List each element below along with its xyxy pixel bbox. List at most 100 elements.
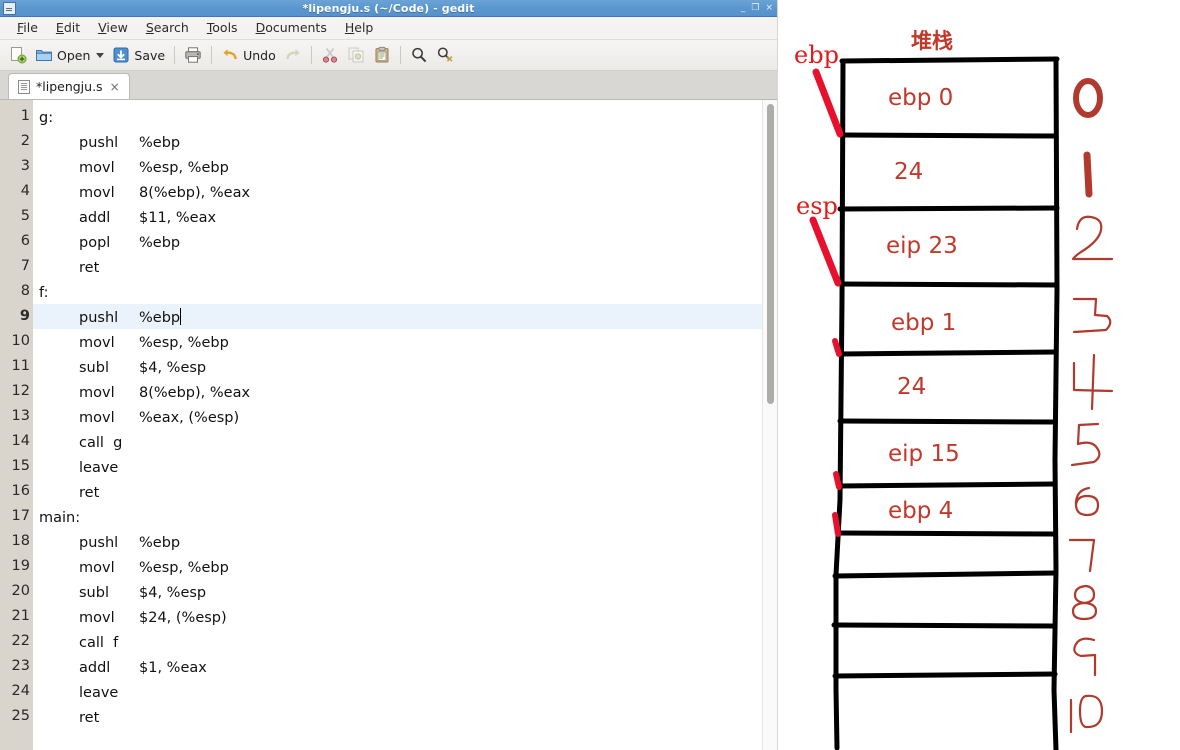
code-line[interactable]: pushl %ebp (33, 529, 777, 554)
row-number-5-glyph (1070, 422, 1101, 467)
code-line[interactable]: addl $1, %eax (33, 654, 777, 679)
code-line[interactable]: g: (33, 104, 777, 129)
code-line[interactable]: movl %esp, %ebp (33, 329, 777, 354)
stack-cell-2-value: eip 23 (886, 233, 958, 259)
open-button[interactable]: Open (31, 42, 108, 68)
code-mnemonic: movl (79, 610, 115, 626)
pointer-arrows (809, 68, 844, 537)
text-editor[interactable]: 1 2 3 4 5 6 7 8 9 10 11 12 13 14 15 16 17 18 19 20 21 22 23 24 2… (0, 100, 777, 750)
code-mnemonic: main: (39, 510, 81, 526)
stack-cell-1-value: 24 (894, 159, 924, 185)
code-line[interactable]: main: (33, 504, 777, 529)
code-line[interactable]: subl $4, %esp (33, 579, 777, 604)
menu-item-tools[interactable]: Tools (198, 17, 247, 39)
cut-button[interactable] (317, 42, 343, 68)
line-number: 14 (11, 433, 30, 449)
menu-item-help[interactable]: Help (336, 17, 383, 39)
line-number: 7 (20, 258, 30, 274)
tab-lipengju-s[interactable]: *lipengju.s × (8, 73, 130, 99)
maximize-button[interactable]: ❐ (751, 3, 759, 13)
code-line[interactable]: ret (33, 479, 777, 504)
row-number-7-glyph (1068, 538, 1096, 573)
save-button[interactable]: Save (108, 42, 169, 68)
code-line[interactable]: movl 8(%ebp), %eax (33, 379, 777, 404)
close-button[interactable]: × (765, 3, 773, 13)
code-line[interactable]: pushl %ebp (33, 129, 777, 154)
toolbar: Open Save Undo (0, 40, 777, 71)
line-number: 10 (11, 333, 30, 349)
code-mnemonic: movl (79, 560, 115, 576)
menu-documents-mnemonic: D (255, 20, 266, 35)
stack-cell-4-value: 24 (897, 374, 927, 400)
new-document-button[interactable] (5, 42, 31, 68)
print-button[interactable] (180, 42, 206, 68)
row-number-10-glyph (1069, 694, 1104, 734)
stack-cell-3-value: ebp 1 (891, 310, 957, 336)
copy-button[interactable] (343, 42, 369, 68)
replace-button[interactable] (432, 42, 458, 68)
minimize-button[interactable]: _ (741, 3, 746, 13)
redo-button[interactable] (280, 42, 306, 68)
line-number: 23 (11, 658, 30, 674)
code-mnemonic: movl (79, 410, 115, 426)
menu-item-file[interactable]: File (8, 17, 47, 39)
code-line[interactable]: leave (33, 454, 777, 479)
code-line[interactable]: movl 8(%ebp), %eax (33, 179, 777, 204)
code-line[interactable]: f: (33, 279, 777, 304)
code-line[interactable]: call f (33, 629, 777, 654)
line-number: 13 (11, 408, 30, 424)
line-number: 11 (11, 358, 30, 374)
printer-icon (185, 47, 201, 63)
code-operands: %eax, (%esp) (139, 410, 240, 426)
text-cursor (180, 308, 182, 325)
editor-area: 1 2 3 4 5 6 7 8 9 10 11 12 13 14 15 16 17 18 19 20 21 22 23 24 2… (0, 100, 777, 750)
stack-cell-5-value: eip 15 (888, 441, 960, 467)
menu-item-view[interactable]: View (89, 17, 137, 39)
stack-diagram: 堆栈 ebp esp ebp 0 24 eip 23 ebp 1 24 eip … (778, 0, 1180, 750)
code-line[interactable]: movl %esp, %ebp (33, 554, 777, 579)
code-operands: %ebp (139, 535, 181, 551)
code-operands: $1, %eax (139, 660, 207, 676)
code-line[interactable]: pushl %ebp (33, 304, 777, 329)
code-line[interactable]: ret (33, 704, 777, 729)
code-mnemonic: movl (79, 160, 115, 176)
code-mnemonic: subl (79, 360, 109, 376)
window-titlebar: *lipengju.s (~/Code) - gedit _ ❐ × (0, 0, 777, 17)
code-mnemonic: subl (79, 585, 109, 601)
menu-help-mnemonic: H (344, 20, 355, 35)
paste-button[interactable] (369, 42, 395, 68)
code-line[interactable]: movl %esp, %ebp (33, 154, 777, 179)
code-operands: $4, %esp (139, 360, 207, 376)
menu-item-search[interactable]: Search (137, 17, 198, 39)
code-column[interactable]: g: pushl %ebp movl %esp, %ebp movl 8(%ebp), %e… (33, 100, 777, 750)
code-line[interactable]: movl $24, (%esp) (33, 604, 777, 629)
code-line[interactable]: leave (33, 679, 777, 704)
line-number: 9 (19, 308, 30, 324)
chevron-down-icon[interactable] (96, 52, 105, 58)
row-number-8-glyph (1071, 584, 1098, 621)
code-line[interactable]: call g (33, 429, 777, 454)
ebp-arrow (812, 68, 844, 138)
toolbar-separator-3 (310, 46, 312, 64)
stack-cell-0-value: ebp 0 (888, 85, 954, 111)
close-icon[interactable]: × (110, 80, 120, 94)
menu-item-edit[interactable]: Edit (47, 17, 89, 39)
code-line[interactable]: addl $11, %eax (33, 204, 777, 229)
menu-item-documents[interactable]: Documents (247, 17, 336, 39)
code-line[interactable]: subl $4, %esp (33, 354, 777, 379)
line-number-gutter: 1 2 3 4 5 6 7 8 9 10 11 12 13 14 15 16 17 18 19 20 21 22 23 24 2… (0, 100, 33, 750)
copy-icon (348, 47, 364, 63)
code-mnemonic: leave (79, 460, 119, 476)
vertical-scrollbar[interactable] (762, 100, 777, 750)
line-number: 12 (11, 383, 30, 399)
undo-button[interactable]: Undo (217, 42, 280, 68)
code-mnemonic: pushl (79, 535, 119, 551)
row-number-9-glyph (1073, 637, 1097, 677)
code-line[interactable]: ret (33, 254, 777, 279)
code-line[interactable]: movl %eax, (%esp) (33, 404, 777, 429)
find-button[interactable] (406, 42, 432, 68)
code-line[interactable]: popl %ebp (33, 229, 777, 254)
code-mnemonic: ret (79, 485, 100, 501)
window-controls: _ ❐ × (741, 3, 773, 13)
scrollbar-thumb[interactable] (767, 104, 774, 404)
